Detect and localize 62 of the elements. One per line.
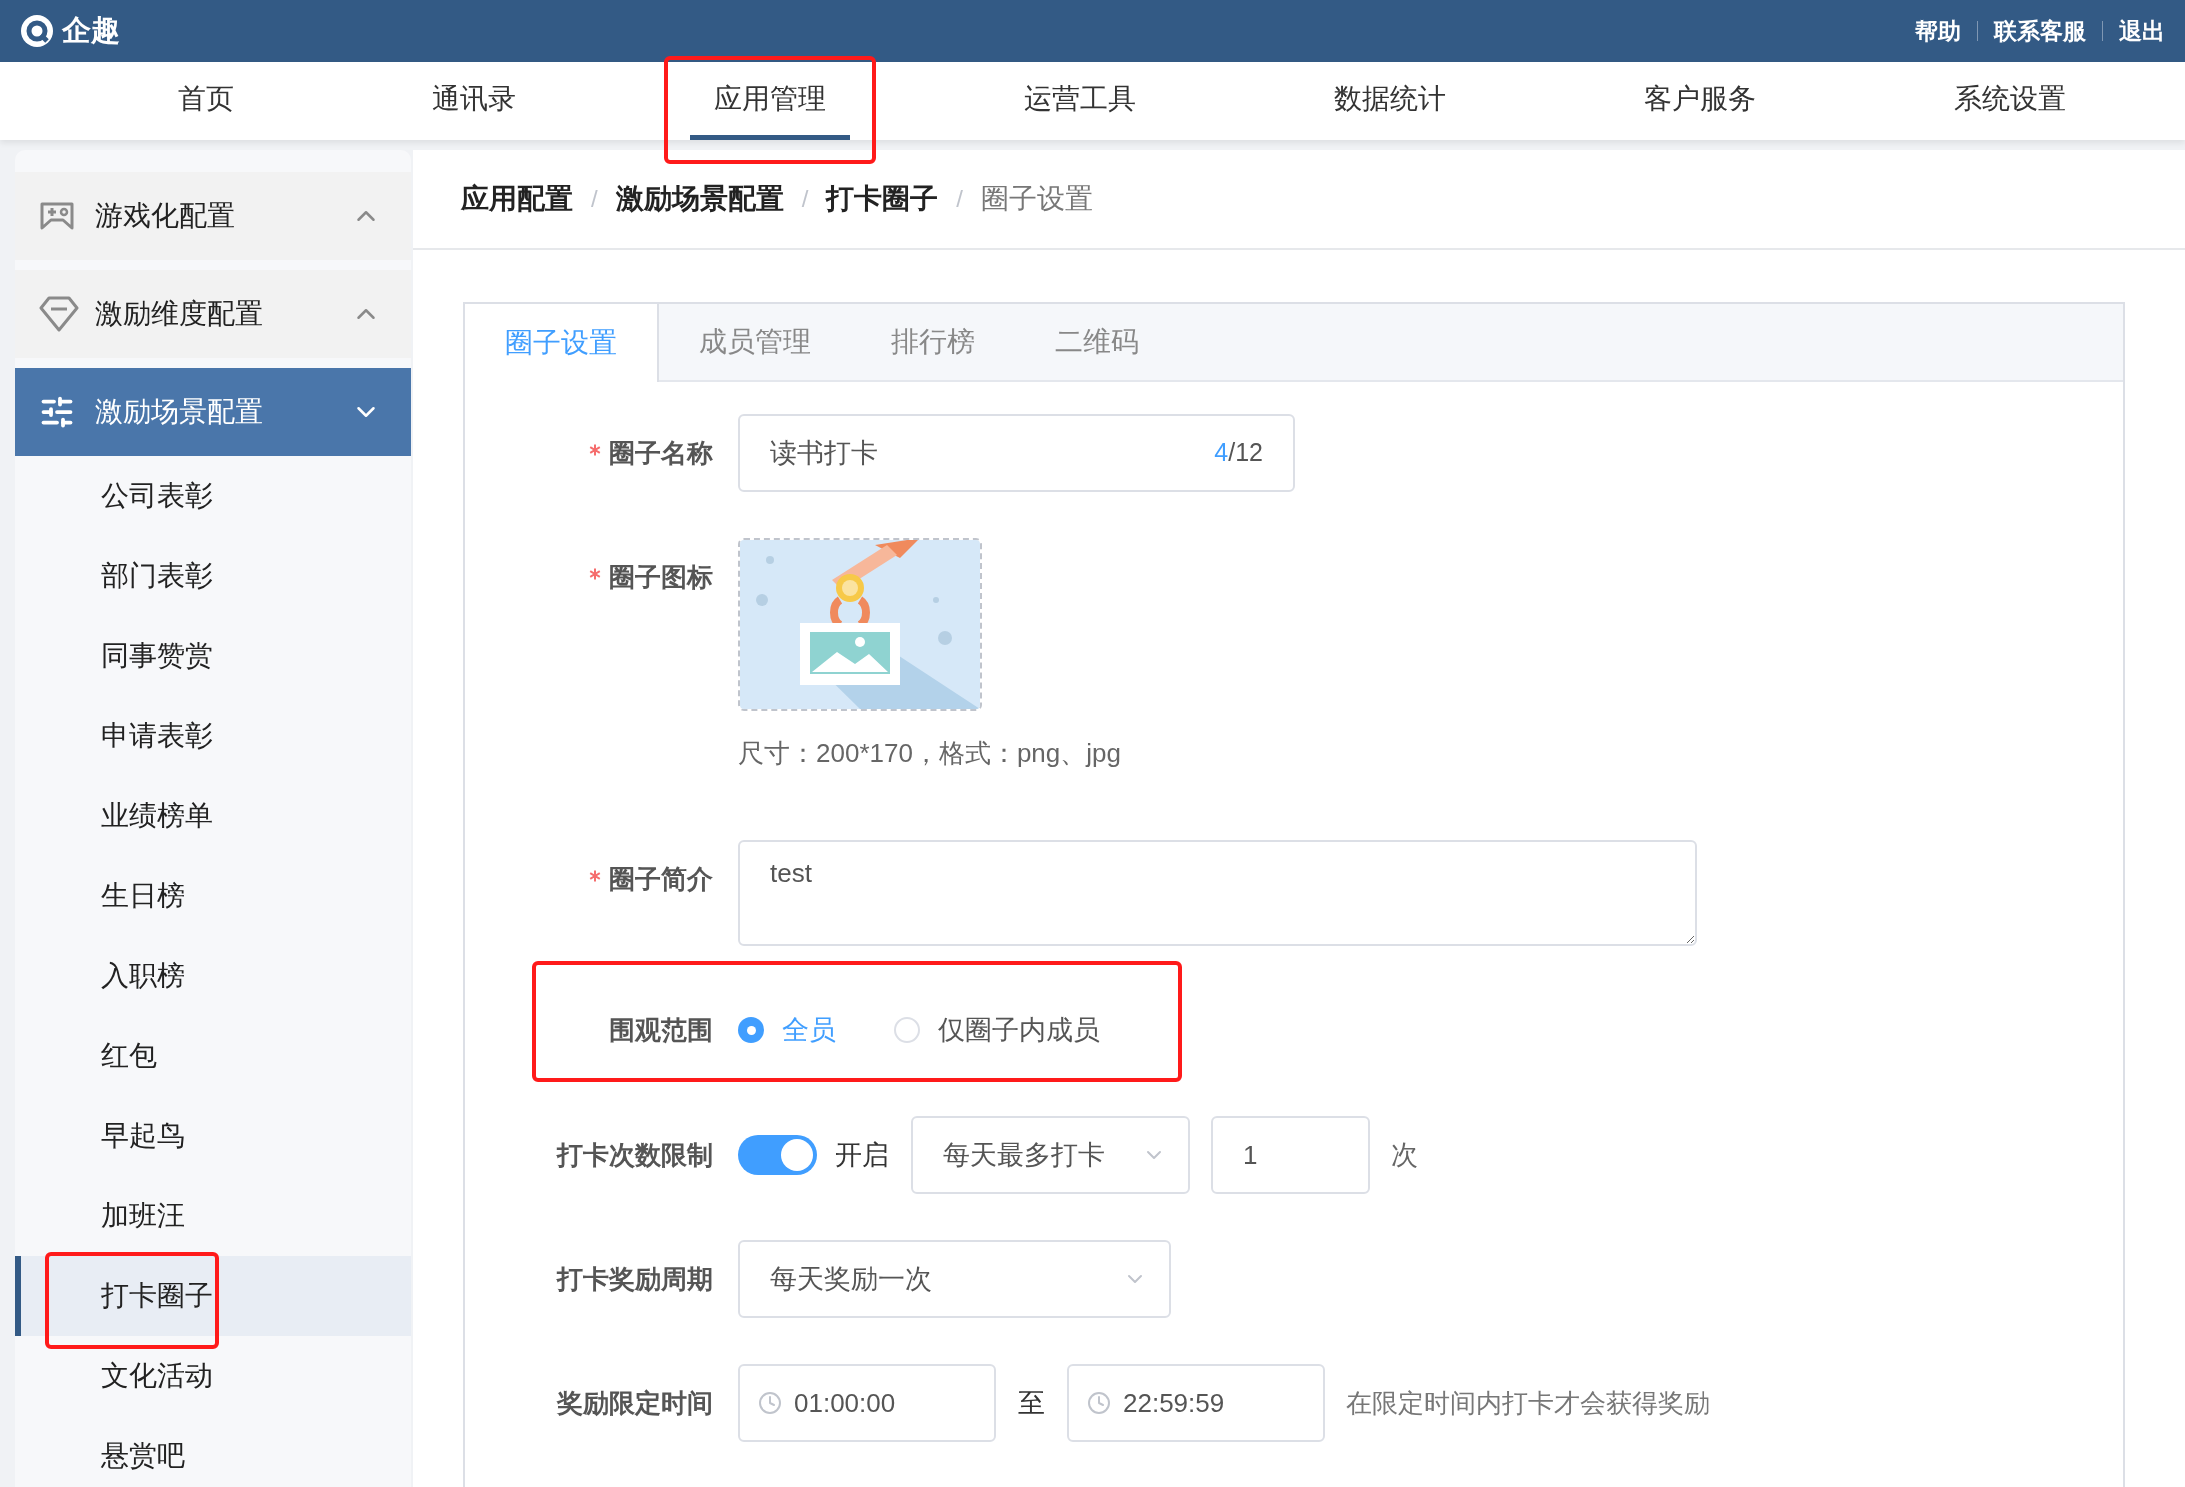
top-link[interactable]: 帮助 <box>1915 13 1961 49</box>
top-link[interactable]: 退出 <box>2119 13 2165 49</box>
toggle-switch[interactable] <box>738 1135 817 1175</box>
upload-hint: 尺寸：200*170，格式：png、jpg <box>738 737 1121 770</box>
sidebar-group[interactable]: 激励场景配置 <box>15 368 411 456</box>
reward-period-select[interactable]: 每天奖励一次 <box>738 1240 1171 1318</box>
breadcrumb-link[interactable]: 打卡圈子 <box>826 178 939 220</box>
period-select[interactable]: 每天最多打卡 <box>911 1116 1190 1194</box>
sidebar-item[interactable]: 业绩榜单 <box>15 776 411 856</box>
start-time-input[interactable]: 01:00:00 <box>738 1364 996 1442</box>
range-separator: 至 <box>1018 1386 1045 1420</box>
sidebar-item[interactable]: 入职榜 <box>15 936 411 1016</box>
sidebar-item[interactable]: 打卡圈子 <box>15 1256 411 1336</box>
count-input[interactable]: 1 <box>1211 1116 1370 1194</box>
clock-icon <box>1087 1391 1111 1415</box>
unit-label: 次 <box>1391 1138 1418 1172</box>
sidebar-item[interactable]: 申请表彰 <box>15 696 411 776</box>
sidebar-group[interactable]: 激励维度配置 <box>15 270 411 358</box>
brand-name: 企趣 <box>62 13 120 49</box>
sidebar-item[interactable]: 公司表彰 <box>15 456 411 536</box>
logo-icon <box>20 14 54 48</box>
nav-tab[interactable]: 应用管理 <box>690 62 850 140</box>
clock-icon <box>758 1391 782 1415</box>
intro-textarea[interactable]: test <box>738 840 1697 946</box>
time-note: 在限定时间内打卡才会获得奖励 <box>1346 1386 1710 1420</box>
top-link[interactable]: 联系客服 <box>1994 13 2086 49</box>
name-input[interactable]: 读书打卡 4/12 <box>738 414 1295 492</box>
breadcrumb-link[interactable]: 应用配置 <box>461 178 573 220</box>
sidebar-item[interactable]: 部门表彰 <box>15 536 411 616</box>
nav-tab[interactable]: 运营工具 <box>1000 62 1160 140</box>
nav-tab[interactable]: 通讯录 <box>408 62 540 140</box>
sidebar-item[interactable]: 红包 <box>15 1016 411 1096</box>
breadcrumb-separator: / <box>801 184 809 214</box>
char-counter: 4/12 <box>1214 437 1263 469</box>
switch-label: 开启 <box>835 1138 889 1172</box>
sidebar-item[interactable]: 悬赏吧 <box>15 1416 411 1487</box>
nav-tab[interactable]: 系统设置 <box>1930 62 2090 140</box>
sidebar-item[interactable]: 加班汪 <box>15 1176 411 1256</box>
field-label: 打卡奖励周期 <box>557 1262 713 1296</box>
sidebar-group[interactable]: 游戏化配置 <box>15 172 411 260</box>
gamepad-icon <box>39 201 75 231</box>
sidebar-item[interactable]: 早起鸟 <box>15 1096 411 1176</box>
sidebar-item[interactable]: 同事赞赏 <box>15 616 411 696</box>
breadcrumb-separator: / <box>591 184 598 214</box>
field-label: 圈子简介 <box>609 862 713 896</box>
field-label: 圈子名称 <box>609 436 713 470</box>
field-label: 奖励限定时间 <box>557 1386 713 1420</box>
sidebar-item[interactable]: 生日榜 <box>15 856 411 936</box>
current-page-title: 圈子设置 <box>981 182 1093 216</box>
breadcrumb-link[interactable]: 激励场景配置 <box>615 178 784 220</box>
sliders-icon <box>39 394 75 430</box>
gem-icon <box>39 296 79 332</box>
field-label: 围观范围 <box>609 1013 713 1047</box>
field-label: 圈子图标 <box>609 560 713 594</box>
field-label: 打卡次数限制 <box>557 1138 713 1172</box>
radio-option[interactable]: 仅圈子内成员 <box>894 1009 1100 1051</box>
end-time-input[interactable]: 22:59:59 <box>1067 1364 1325 1442</box>
nav-tab[interactable]: 首页 <box>154 62 258 140</box>
nav-tab[interactable]: 数据统计 <box>1310 62 1470 140</box>
breadcrumb-separator: / <box>956 184 963 214</box>
sidebar-item[interactable]: 文化活动 <box>15 1336 411 1416</box>
nav-tab[interactable]: 客户服务 <box>1620 62 1780 140</box>
